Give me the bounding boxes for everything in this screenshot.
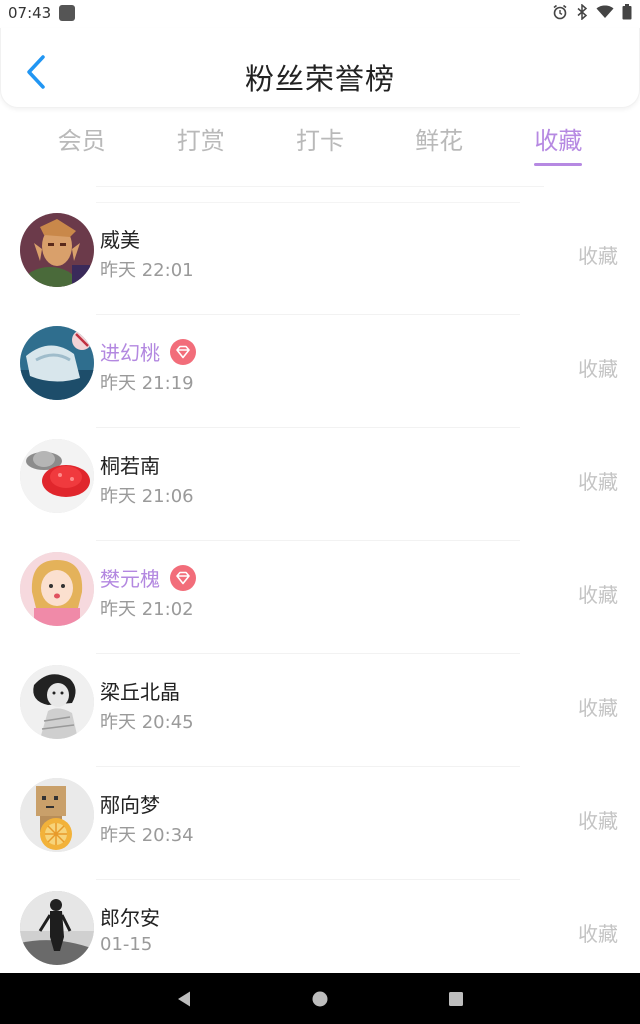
alarm-icon [553, 4, 567, 20]
avatar[interactable] [20, 552, 94, 626]
battery-icon [622, 4, 632, 20]
avatar[interactable] [20, 439, 94, 513]
tab-bar: 会员 打赏 打卡 鲜花 收藏 [0, 108, 640, 184]
tab-members[interactable]: 会员 [32, 108, 132, 184]
header: 粉丝荣誉榜 [0, 28, 640, 108]
avatar[interactable] [20, 213, 94, 287]
tab-checkin[interactable]: 打卡 [270, 108, 370, 184]
favorite-action: 收藏 [578, 470, 618, 494]
avatar[interactable] [20, 326, 94, 400]
user-name-text: 梁丘北晶 [100, 680, 180, 704]
item-time: 昨天 21:06 [100, 486, 194, 507]
favorite-action: 收藏 [578, 922, 618, 946]
user-name-text: 威美 [100, 228, 140, 252]
fan-list: 威美 昨天 22:01 收藏 进幻桃 昨天 21:19 收藏 桐若南 昨天 21… [0, 202, 640, 993]
tab-label: 打赏 [176, 127, 225, 155]
favorite-action: 收藏 [578, 244, 618, 268]
avatar[interactable] [20, 778, 94, 852]
item-time: 昨天 20:45 [100, 712, 194, 733]
user-name-text: 桐若南 [100, 454, 160, 478]
user-name: 梁丘北晶 [100, 676, 180, 705]
home-circle-icon [312, 991, 328, 1007]
item-time: 昨天 21:02 [100, 599, 194, 620]
diamond-icon [170, 564, 196, 591]
item-time: 01-15 [100, 934, 153, 955]
tab-flowers[interactable]: 鲜花 [389, 108, 489, 184]
item-time: 昨天 20:34 [100, 825, 194, 846]
list-item[interactable]: 樊元槐 昨天 21:02 收藏 [0, 541, 640, 654]
tab-label: 打卡 [295, 127, 344, 155]
status-bar: 07:43 [0, 0, 640, 28]
favorite-action: 收藏 [578, 583, 618, 607]
status-time: 07:43 [8, 4, 52, 22]
tabs-divider [96, 186, 544, 187]
list-item[interactable]: 桐若南 昨天 21:06 收藏 [0, 428, 640, 541]
screen: 07:43 粉丝荣誉榜 会员 打赏 打卡 鲜花 收藏 威美 昨天 22:01 收… [0, 0, 640, 1024]
bluetooth-icon [577, 4, 588, 20]
favorite-action: 收藏 [578, 809, 618, 833]
user-name-text: 樊元槐 [100, 567, 160, 591]
list-item[interactable]: 进幻桃 昨天 21:19 收藏 [0, 315, 640, 428]
wifi-icon [596, 5, 614, 18]
nav-home-button[interactable] [308, 987, 332, 1011]
user-name-text: 进幻桃 [100, 341, 160, 365]
tab-underline [534, 163, 583, 166]
page-title: 粉丝荣誉榜 [244, 62, 395, 96]
system-nav-bar [0, 973, 640, 1024]
item-time: 昨天 21:19 [100, 373, 194, 394]
tab-label: 会员 [57, 127, 106, 155]
list-item[interactable]: 梁丘北晶 昨天 20:45 收藏 [0, 654, 640, 767]
back-triangle-icon [178, 991, 190, 1007]
recents-square-icon [449, 992, 463, 1006]
user-name: 邴向梦 [100, 789, 160, 818]
status-icons [552, 4, 632, 20]
favorite-action: 收藏 [578, 696, 618, 720]
avatar[interactable] [20, 665, 94, 739]
tab-rewards[interactable]: 打赏 [151, 108, 251, 184]
list-item[interactable]: 威美 昨天 22:01 收藏 [0, 202, 640, 315]
user-name: 桐若南 [100, 450, 160, 479]
avatar[interactable] [20, 891, 94, 965]
user-name: 进幻桃 [100, 337, 196, 366]
user-name: 樊元槐 [100, 563, 196, 592]
nav-back-button[interactable] [172, 987, 196, 1011]
user-name-text: 邴向梦 [100, 793, 160, 817]
user-name: 郎尔安 [100, 902, 160, 931]
user-name-text: 郎尔安 [100, 906, 160, 930]
tab-favorites[interactable]: 收藏 [508, 108, 608, 184]
diamond-icon [170, 338, 196, 365]
list-item[interactable]: 邴向梦 昨天 20:34 收藏 [0, 767, 640, 880]
user-name: 威美 [100, 224, 140, 253]
item-time: 昨天 22:01 [100, 260, 194, 281]
nav-recents-button[interactable] [444, 987, 468, 1011]
tab-label: 鲜花 [415, 127, 464, 155]
favorite-action: 收藏 [578, 357, 618, 381]
tab-label: 收藏 [534, 127, 583, 155]
app-icon [59, 5, 75, 21]
